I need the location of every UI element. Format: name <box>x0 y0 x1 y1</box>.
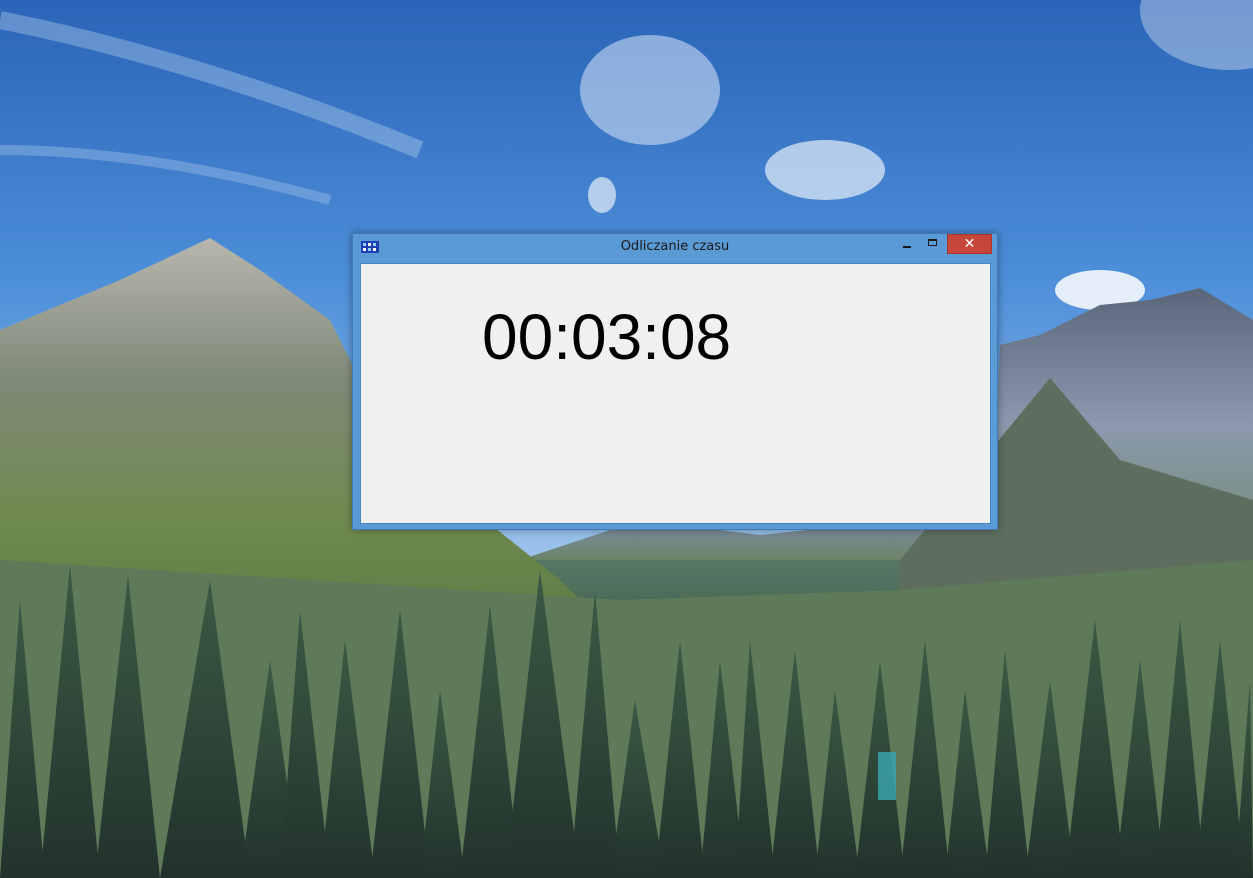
countdown-window[interactable]: Odliczanie czasu ✕ 00:03:08 <box>352 233 998 530</box>
title-bar[interactable]: Odliczanie czasu ✕ <box>353 234 997 262</box>
maximize-icon <box>928 239 937 246</box>
close-button[interactable]: ✕ <box>947 234 992 254</box>
minimize-icon <box>903 246 911 248</box>
desktop: Odliczanie czasu ✕ 00:03:08 <box>0 0 1253 878</box>
client-area: 00:03:08 <box>360 263 991 524</box>
app-grid-icon[interactable] <box>361 240 379 254</box>
maximize-button[interactable] <box>920 234 946 254</box>
countdown-display: 00:03:08 <box>482 301 732 373</box>
minimize-button[interactable] <box>894 234 920 254</box>
close-icon: ✕ <box>963 236 976 252</box>
